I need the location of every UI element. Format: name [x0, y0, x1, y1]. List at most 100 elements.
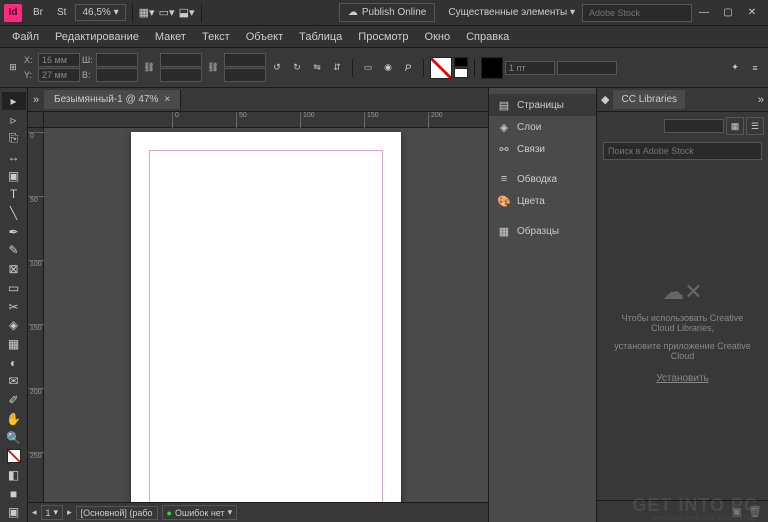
rotate-cw-icon[interactable]: ↻ — [288, 59, 306, 77]
content-collector-tool[interactable]: ▣ — [2, 167, 26, 185]
y-field[interactable] — [38, 68, 80, 82]
gradient-feather-tool[interactable]: ◐ — [2, 354, 26, 372]
zoom-tool[interactable]: 🔍 — [2, 429, 26, 447]
document-tab[interactable]: Безымянный-1 @ 47% × — [44, 90, 181, 109]
status-bar: ◂ 1 ▾ ▸ [Основной] (рабо ●Ошибок нет ▾ — [28, 502, 488, 522]
quick-apply-icon[interactable]: ✦ — [726, 59, 744, 77]
shear-field[interactable] — [224, 68, 266, 82]
ruler-vertical[interactable]: 0 50 100 150 200 250 — [28, 128, 44, 502]
select-container-icon[interactable]: ▭ — [359, 59, 377, 77]
x-field[interactable] — [38, 53, 80, 67]
note-tool[interactable]: ✉ — [2, 373, 26, 391]
default-fill-stroke[interactable]: ◧ — [2, 466, 26, 484]
panel-links[interactable]: ⚯ Связи — [489, 138, 596, 160]
grid-view-icon[interactable]: ▦ — [726, 117, 744, 135]
menu-layout[interactable]: Макет — [147, 28, 194, 46]
menu-type[interactable]: Текст — [194, 28, 238, 46]
canvas[interactable] — [44, 128, 488, 502]
ruler-origin[interactable] — [28, 112, 44, 127]
menu-window[interactable]: Окно — [417, 28, 459, 46]
panel-swatches[interactable]: ▦ Образцы — [489, 220, 596, 242]
w-field[interactable] — [96, 53, 138, 67]
panel-collapse-icon[interactable]: » — [758, 94, 764, 106]
rectangle-frame-tool[interactable]: ⊠ — [2, 260, 26, 278]
page-prev-icon[interactable]: ◂ — [32, 507, 37, 518]
h-field[interactable] — [96, 68, 138, 82]
scale-x-field[interactable] — [160, 53, 202, 67]
stock-button[interactable]: St — [51, 5, 72, 20]
flip-h-icon[interactable]: ⇋ — [308, 59, 326, 77]
panel-pages[interactable]: ▤ Страницы — [489, 94, 596, 116]
fill-swatch[interactable] — [430, 57, 452, 79]
page-tool[interactable]: ⎘ — [2, 129, 26, 147]
scale-y-field[interactable] — [160, 68, 202, 82]
direct-selection-tool[interactable]: ▹ — [2, 111, 26, 129]
paragraph-icon[interactable]: P — [399, 59, 417, 77]
rectangle-tool[interactable]: ▭ — [2, 279, 26, 297]
preflight-status[interactable]: ●Ошибок нет ▾ — [162, 505, 238, 520]
menu-help[interactable]: Справка — [458, 28, 517, 46]
pen-tool[interactable]: ✒ — [2, 223, 26, 241]
fill-white-swatch[interactable] — [454, 68, 468, 78]
stock-search-field[interactable] — [603, 142, 762, 160]
gap-tool[interactable]: ↔ — [2, 148, 26, 166]
bridge-button[interactable]: Br — [27, 5, 49, 20]
panel-stroke[interactable]: ≡ Обводка — [489, 168, 596, 190]
fill-black-swatch[interactable] — [454, 57, 468, 67]
fill-stroke-toggle[interactable] — [2, 447, 26, 465]
selection-tool[interactable]: ▸ — [2, 92, 26, 110]
select-content-icon[interactable]: ◉ — [379, 59, 397, 77]
free-transform-tool[interactable]: ◈ — [2, 316, 26, 334]
maximize-button[interactable]: ▢ — [716, 4, 740, 22]
view-mode-toggle[interactable]: ▣ — [2, 503, 26, 521]
menu-edit[interactable]: Редактирование — [47, 28, 147, 46]
master-field[interactable]: [Основной] (рабо — [76, 506, 158, 520]
publish-online-button[interactable]: ☁ Publish Online — [339, 3, 435, 22]
menu-object[interactable]: Объект — [238, 28, 291, 46]
line-tool[interactable]: ╲ — [2, 204, 26, 222]
menu-table[interactable]: Таблица — [291, 28, 350, 46]
x-label: X: — [24, 55, 36, 65]
panel-menu-icon[interactable]: ≡ — [746, 59, 764, 77]
library-dropdown[interactable] — [664, 119, 724, 133]
menu-file[interactable]: Файл — [4, 28, 47, 46]
adobe-stock-search[interactable] — [582, 4, 692, 22]
constrain-wh-icon[interactable]: ⛓ — [140, 59, 158, 77]
apply-color[interactable]: ■ — [2, 485, 26, 503]
rotate-ccw-icon[interactable]: ↺ — [268, 59, 286, 77]
hand-tool[interactable]: ✋ — [2, 410, 26, 428]
pencil-tool[interactable]: ✎ — [2, 242, 26, 260]
delete-icon[interactable]: 🗑 — [748, 505, 762, 518]
screen-mode-icon[interactable]: ▭▾ — [157, 3, 177, 23]
ruler-horizontal[interactable]: 0 50 100 150 200 — [28, 112, 488, 128]
stroke-weight-field[interactable] — [505, 61, 555, 75]
minimize-button[interactable]: — — [692, 4, 716, 22]
tab-close-icon[interactable]: × — [164, 94, 170, 105]
eyedropper-tool[interactable]: ✐ — [2, 391, 26, 409]
tab-expand-icon[interactable]: » — [28, 94, 44, 106]
stroke-swatch[interactable] — [481, 57, 503, 79]
view-options-icon[interactable]: ▦▾ — [137, 3, 157, 23]
arrange-icon[interactable]: ⬓▾ — [177, 3, 197, 23]
list-view-icon[interactable]: ☰ — [746, 117, 764, 135]
gradient-swatch-tool[interactable]: ▦ — [2, 335, 26, 353]
workspace-dropdown[interactable]: Существенные элементы ▾ — [442, 5, 581, 20]
page-next-icon[interactable]: ▸ — [67, 507, 72, 518]
install-link[interactable]: Установить — [656, 373, 709, 384]
menu-view[interactable]: Просмотр — [350, 28, 416, 46]
page-nav-field[interactable]: 1 ▾ — [41, 505, 64, 520]
type-tool[interactable]: T — [2, 186, 26, 204]
panel-layers[interactable]: ◈ Слои — [489, 116, 596, 138]
reference-point-icon[interactable]: ⊞ — [4, 59, 22, 77]
panel-color[interactable]: 🎨 Цвета — [489, 190, 596, 212]
cc-libraries-tab[interactable]: CC Libraries — [613, 90, 685, 109]
stroke-style-field[interactable] — [557, 61, 617, 75]
close-button[interactable]: ✕ — [740, 4, 764, 22]
flip-v-icon[interactable]: ⇵ — [328, 59, 346, 77]
scissors-tool[interactable]: ✂ — [2, 298, 26, 316]
document-page[interactable] — [131, 132, 401, 502]
zoom-dropdown[interactable]: 46,5% ▾ — [75, 4, 125, 21]
constrain-scale-icon[interactable]: ⛓ — [204, 59, 222, 77]
rotate-field[interactable] — [224, 53, 266, 67]
add-content-icon[interactable]: ▣ — [732, 505, 742, 518]
